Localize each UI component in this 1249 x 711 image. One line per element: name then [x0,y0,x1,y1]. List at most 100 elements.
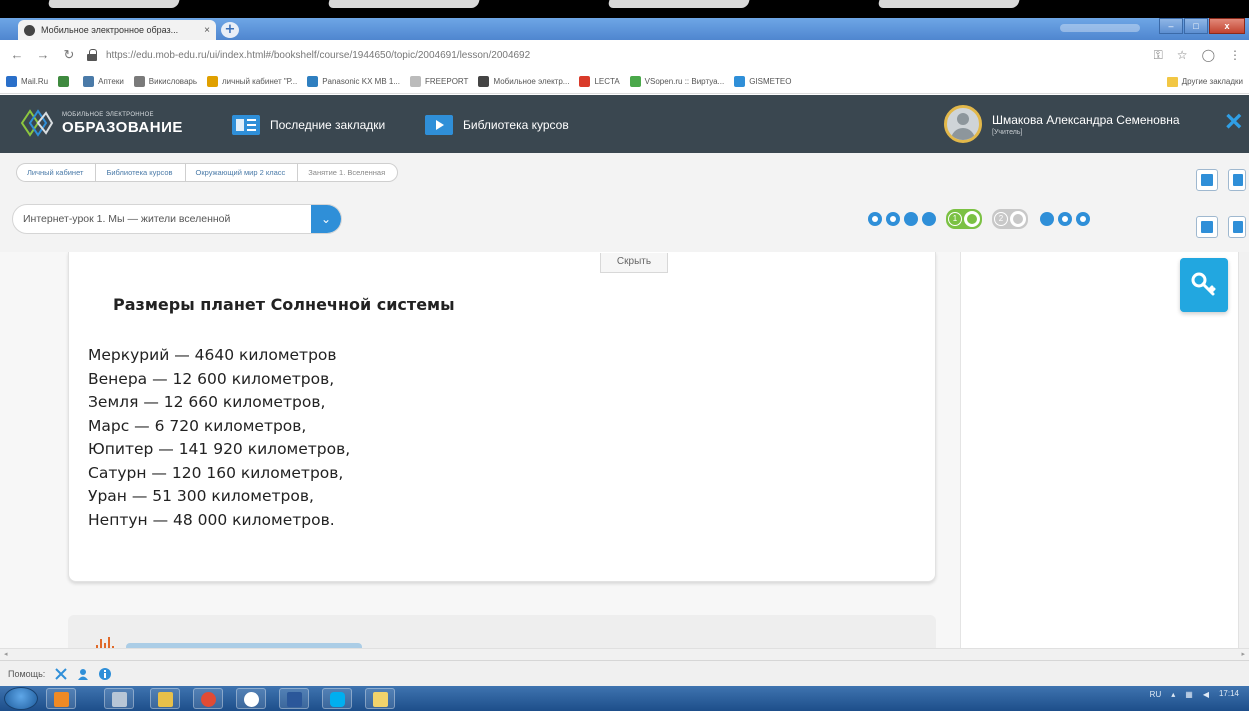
breadcrumb-item[interactable]: Окружающий мир 2 класс [184,163,298,182]
grid-icon[interactable] [1228,169,1246,191]
nav-label: Библиотека курсов [463,118,569,132]
bookmarks-bar: Mail.Ru Аптеки Викисловарь личный кабине… [0,70,1249,94]
list-item: Юпитер — 141 920 километров, [88,440,351,458]
breadcrumb-item[interactable]: Личный кабинет [16,163,96,182]
start-button[interactable] [4,687,38,710]
user-icon[interactable] [77,668,89,680]
bookmark-item[interactable]: GISMETEO [734,76,791,87]
bookmark-favicon-icon [734,76,746,87]
horizontal-scrollbar[interactable]: ◂ ▸ [0,648,1249,660]
taskbar-app[interactable] [322,688,352,709]
pager-next-icon[interactable] [1058,212,1072,226]
pager-stop-icon[interactable] [1040,212,1054,226]
windows-taskbar: RU ▴ ▦ ◀ 17:14 [0,686,1249,711]
vertical-scrollbar[interactable] [1238,252,1249,660]
tray-arrow-icon[interactable]: ▴ [1171,690,1175,699]
chat-icon[interactable] [1228,216,1246,238]
taskbar-app[interactable] [279,688,309,709]
new-tab-button[interactable]: + [221,22,239,38]
calendar-icon[interactable] [1196,216,1218,238]
nav-label: Последние закладки [270,118,386,132]
notes-icon[interactable] [1196,169,1218,191]
pager-step-2[interactable]: 2 [992,209,1028,229]
bookmark-favicon-icon [133,76,145,87]
bookmark-item[interactable]: VSopen.ru :: Виртуа... [629,76,724,87]
taskbar-app[interactable] [365,688,395,709]
pager-step-1[interactable]: 1 [946,209,982,229]
forward-arrow-icon[interactable]: → [34,46,52,64]
reload-icon[interactable]: ↻ [60,46,78,64]
site-header: МОБИЛЬНОЕ ЭЛЕКТРОННОЕ ОБРАЗОВАНИЕ Послед… [0,95,1249,153]
back-arrow-icon[interactable]: ← [8,46,26,64]
clock[interactable]: 17:14 [1219,689,1239,699]
pager-last-icon[interactable] [1076,212,1090,226]
bookmark-star-icon[interactable]: ☆ [1177,48,1188,63]
browser-tab-strip: Мобильное электронное образ... × + – □ x [0,18,1249,40]
site-favicon-icon [24,24,35,36]
taskbar-app[interactable] [236,688,266,709]
bookmark-item[interactable]: Викисловарь [133,76,197,87]
language-indicator[interactable]: RU [1150,690,1162,699]
help-bar: Помощь: [0,660,1249,686]
pager-step-number: 1 [948,212,962,226]
user-name: Шмакова Александра Семеновна [992,112,1180,127]
card-title: Размеры планет Солнечной системы [113,295,455,314]
menu-dots-icon[interactable]: ⋮ [1229,48,1241,63]
bookmark-item[interactable]: Panasonic KX MB 1... [307,76,400,87]
extension-icon[interactable]: ◯ [1202,48,1215,63]
key-button[interactable] [1180,258,1228,312]
tab-close-icon[interactable]: × [204,25,210,36]
header-close-icon[interactable]: × [1225,107,1243,137]
bookmark-favicon-icon [629,76,641,87]
lesson-select-value: Интернет-урок 1. Мы — жители вселенной [23,213,231,225]
hide-button[interactable]: Скрыть [600,253,668,273]
right-side-panel [960,252,1238,660]
bookmark-item[interactable]: Мобильное электр... [478,76,569,87]
bookmark-item[interactable]: Аптеки [83,76,124,87]
browser-tab-active[interactable]: Мобильное электронное образ... × [18,20,216,40]
pager-play-icon[interactable] [904,212,918,226]
breadcrumb-row: Личный кабинет Библиотека курсов Окружаю… [0,153,1249,191]
pager-prev-icon[interactable] [886,212,900,226]
breadcrumb-item[interactable]: Библиотека курсов [95,163,185,182]
info-icon[interactable] [99,667,112,680]
key-icon[interactable]: ⚿ [1154,48,1163,63]
pager-first-icon[interactable] [868,212,882,226]
scroll-right-icon[interactable]: ▸ [1241,650,1245,658]
volume-icon[interactable]: ◀ [1203,690,1209,699]
bookmark-favicon-icon [579,76,591,87]
nav-recent-bookmarks[interactable]: Последние закладки [232,115,385,135]
other-bookmarks[interactable]: Другие закладки [1166,76,1243,87]
lesson-select[interactable]: Интернет-урок 1. Мы — жители вселенной ⌄ [12,204,342,234]
bookmark-item[interactable]: личный кабинет "Р... [207,76,297,87]
window-close-button[interactable]: x [1209,18,1245,34]
bookmark-item[interactable]: Mail.Ru [6,76,48,87]
logo-mark-icon [20,109,54,137]
user-role: [Учитель] [992,128,1023,136]
site-logo[interactable]: МОБИЛЬНОЕ ЭЛЕКТРОННОЕ ОБРАЗОВАНИЕ [18,107,183,139]
minimize-button[interactable]: – [1159,18,1183,34]
user-profile[interactable]: Шмакова Александра Семеновна [Учитель] [944,105,1180,143]
nav-course-library[interactable]: Библиотека курсов [425,115,569,135]
bookmark-item[interactable]: LECTA [579,76,620,87]
chevron-down-icon[interactable]: ⌄ [311,205,341,233]
bookmark-favicon-icon [207,76,219,87]
breadcrumb: Личный кабинет Библиотека курсов Окружаю… [16,163,399,182]
pager-edit-icon[interactable] [922,212,936,226]
tools-icon[interactable] [55,667,67,680]
taskbar-app[interactable] [150,688,180,709]
network-icon[interactable]: ▦ [1185,690,1193,699]
system-tray: RU ▴ ▦ ◀ 17:14 [1150,689,1239,699]
taskbar-app[interactable] [104,688,134,709]
pager-ring-icon [1010,211,1026,227]
taskbar-app[interactable] [46,688,76,709]
maximize-button[interactable]: □ [1184,18,1208,34]
bookmark-favicon-icon [410,76,422,87]
pager-step-number: 2 [994,212,1008,226]
window-controls: – □ x [1159,18,1245,34]
bookmark-item[interactable] [58,76,73,87]
taskbar-app[interactable] [193,688,223,709]
scroll-left-icon[interactable]: ◂ [4,650,8,658]
url-field[interactable]: https://edu.mob-edu.ru/ui/index.html#/bo… [106,50,1146,61]
bookmark-item[interactable]: FREEPORT [410,76,468,87]
